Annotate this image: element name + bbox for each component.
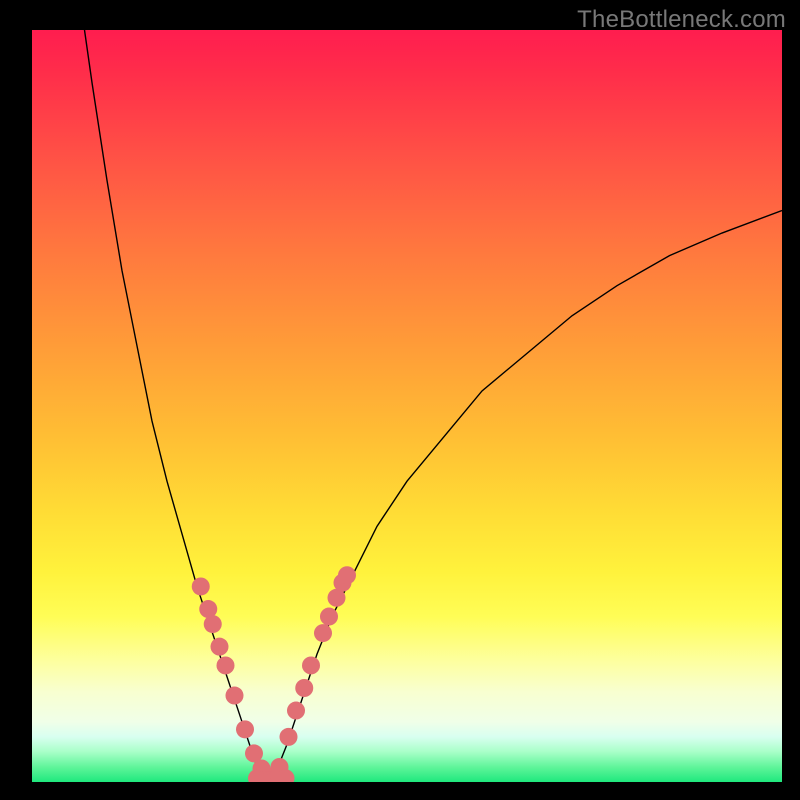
chart-svg <box>32 30 782 782</box>
marker-right <box>302 656 320 674</box>
plot-area <box>32 30 782 782</box>
watermark-text: TheBottleneck.com <box>577 6 786 34</box>
curve-left <box>85 30 273 782</box>
marker-right <box>314 624 332 642</box>
marker-right <box>280 728 298 746</box>
marker-right <box>287 702 305 720</box>
marker-right <box>320 608 338 626</box>
marker-left <box>236 720 254 738</box>
marker-left <box>204 615 222 633</box>
marker-left <box>217 656 235 674</box>
marker-left <box>211 638 229 656</box>
chart-frame: TheBottleneck.com <box>0 0 800 800</box>
marker-left <box>226 687 244 705</box>
marker-left <box>192 577 210 595</box>
curve-right <box>272 210 782 782</box>
marker-right <box>338 566 356 584</box>
marker-right <box>295 679 313 697</box>
